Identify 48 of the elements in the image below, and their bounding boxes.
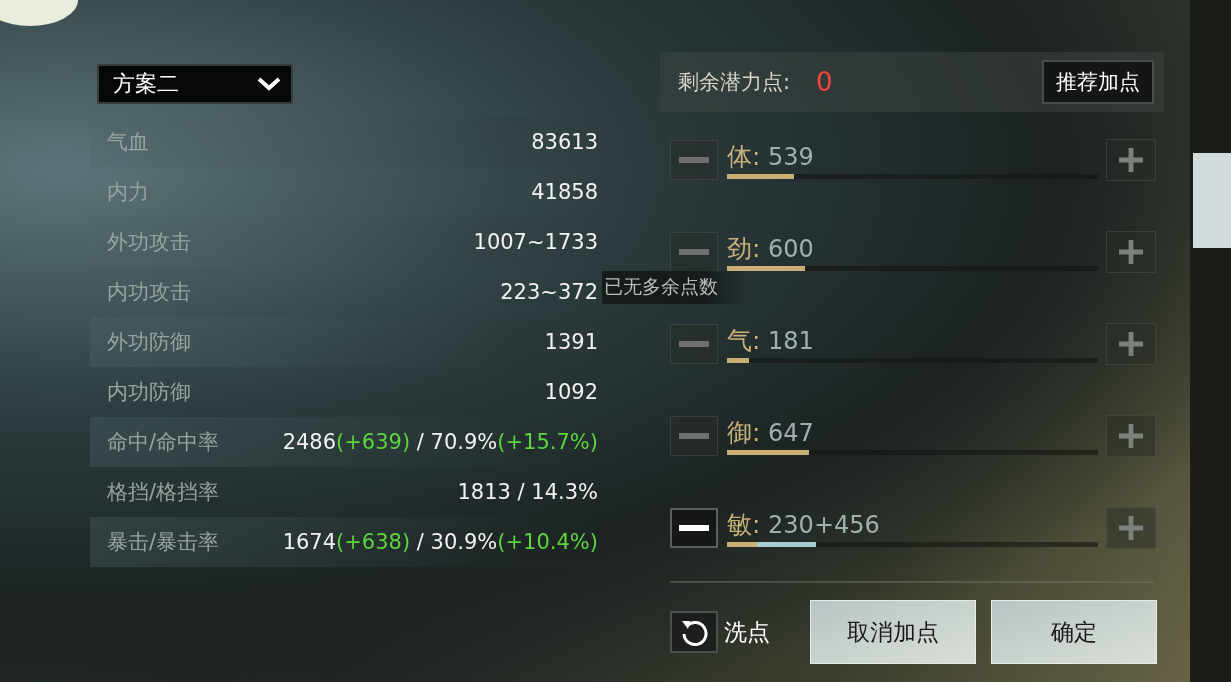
reset-label: 洗点 — [724, 617, 770, 647]
attribute-value: 敏: 230+456 — [727, 509, 881, 540]
plus-icon — [1119, 516, 1143, 540]
plus-button[interactable] — [1106, 507, 1156, 549]
attribute-value: 体: 539 — [727, 141, 815, 172]
stat-value: 1092 — [544, 380, 598, 404]
plus-icon — [1119, 332, 1143, 356]
stat-value: 223~372 — [500, 280, 598, 304]
plus-button[interactable] — [1106, 231, 1156, 273]
plus-icon — [1119, 240, 1143, 264]
stat-value: 1391 — [544, 330, 598, 354]
minus-icon — [679, 249, 709, 255]
stat-label: 外功防御 — [107, 329, 191, 356]
attribute-value: 御: 647 — [727, 417, 815, 448]
plus-button[interactable] — [1106, 139, 1156, 181]
minus-icon — [679, 433, 709, 439]
plus-button[interactable] — [1106, 415, 1156, 457]
plan-dropdown[interactable]: 方案二 — [97, 64, 293, 104]
stat-label: 内功攻击 — [107, 279, 191, 306]
confirm-button[interactable]: 确定 — [991, 600, 1157, 664]
cancel-button[interactable]: 取消加点 — [810, 600, 976, 664]
minus-icon — [679, 157, 709, 163]
stat-label: 外功攻击 — [107, 229, 191, 256]
stat-label: 命中/命中率 — [107, 429, 220, 456]
potential-label: 剩余潜力点: — [678, 69, 791, 96]
stat-label: 内力 — [107, 179, 149, 206]
stat-label: 内功防御 — [107, 379, 191, 406]
minus-icon — [679, 525, 709, 531]
stat-label: 格挡/格挡率 — [107, 479, 220, 506]
plus-icon — [1119, 424, 1143, 448]
minus-icon — [679, 341, 709, 347]
reset-button[interactable] — [670, 611, 718, 653]
attribute-value: 劲: 600 — [727, 233, 815, 264]
recommend-button[interactable]: 推荐加点 — [1042, 60, 1154, 104]
stat-value: 2486(+639) / 70.9%(+15.7%) — [282, 430, 598, 454]
minus-button[interactable] — [670, 508, 718, 548]
chevron-down-icon — [257, 77, 281, 91]
attribute-value: 气: 181 — [727, 325, 815, 356]
stat-label: 暴击/暴击率 — [107, 529, 220, 556]
plus-icon — [1119, 148, 1143, 172]
stat-value: 1674(+638) / 30.9%(+10.4%) — [282, 530, 598, 554]
stat-label: 气血 — [107, 129, 149, 156]
potential-value: 0 — [816, 67, 833, 97]
stat-value: 83613 — [531, 130, 598, 154]
plus-button[interactable] — [1106, 323, 1156, 365]
stat-value: 41858 — [531, 180, 598, 204]
stat-value: 1813 / 14.3% — [457, 480, 598, 504]
stat-value: 1007~1733 — [473, 230, 598, 254]
